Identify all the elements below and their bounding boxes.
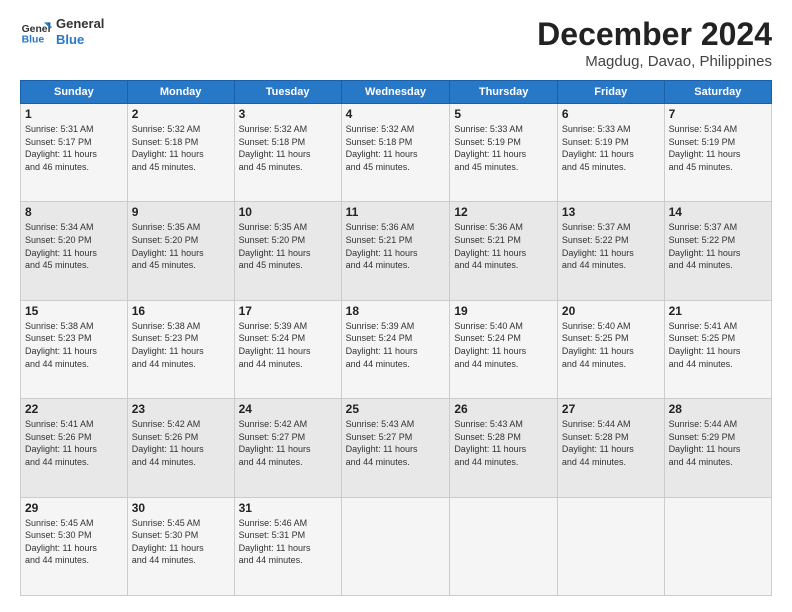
week-row-1: 1 Sunrise: 5:31 AMSunset: 5:17 PMDayligh…	[21, 104, 772, 202]
logo: General Blue General Blue	[20, 16, 104, 48]
logo-line1: General	[56, 16, 104, 32]
empty-cell-2	[450, 497, 558, 595]
day-30: 30 Sunrise: 5:45 AMSunset: 5:30 PMDaylig…	[127, 497, 234, 595]
day-3: 3 Sunrise: 5:32 AMSunset: 5:18 PMDayligh…	[234, 104, 341, 202]
header-wednesday: Wednesday	[341, 81, 450, 104]
day-19: 19 Sunrise: 5:40 AMSunset: 5:24 PMDaylig…	[450, 300, 558, 398]
header: General Blue General Blue December 2024 …	[20, 16, 772, 70]
week-row-3: 15 Sunrise: 5:38 AMSunset: 5:23 PMDaylig…	[21, 300, 772, 398]
day-25: 25 Sunrise: 5:43 AMSunset: 5:27 PMDaylig…	[341, 399, 450, 497]
day-28: 28 Sunrise: 5:44 AMSunset: 5:29 PMDaylig…	[664, 399, 771, 497]
location-title: Magdug, Davao, Philippines	[537, 53, 772, 70]
day-18: 18 Sunrise: 5:39 AMSunset: 5:24 PMDaylig…	[341, 300, 450, 398]
day-22: 22 Sunrise: 5:41 AMSunset: 5:26 PMDaylig…	[21, 399, 128, 497]
day-26: 26 Sunrise: 5:43 AMSunset: 5:28 PMDaylig…	[450, 399, 558, 497]
day-11: 11 Sunrise: 5:36 AMSunset: 5:21 PMDaylig…	[341, 202, 450, 300]
week-row-2: 8 Sunrise: 5:34 AMSunset: 5:20 PMDayligh…	[21, 202, 772, 300]
day-13: 13 Sunrise: 5:37 AMSunset: 5:22 PMDaylig…	[557, 202, 664, 300]
day-8: 8 Sunrise: 5:34 AMSunset: 5:20 PMDayligh…	[21, 202, 128, 300]
day-12: 12 Sunrise: 5:36 AMSunset: 5:21 PMDaylig…	[450, 202, 558, 300]
generalblue-logo-icon: General Blue	[20, 16, 52, 48]
day-31: 31 Sunrise: 5:46 AMSunset: 5:31 PMDaylig…	[234, 497, 341, 595]
empty-cell-1	[341, 497, 450, 595]
header-friday: Friday	[557, 81, 664, 104]
header-saturday: Saturday	[664, 81, 771, 104]
week-row-5: 29 Sunrise: 5:45 AMSunset: 5:30 PMDaylig…	[21, 497, 772, 595]
day-23: 23 Sunrise: 5:42 AMSunset: 5:26 PMDaylig…	[127, 399, 234, 497]
day-27: 27 Sunrise: 5:44 AMSunset: 5:28 PMDaylig…	[557, 399, 664, 497]
header-sunday: Sunday	[21, 81, 128, 104]
empty-cell-3	[557, 497, 664, 595]
day-24: 24 Sunrise: 5:42 AMSunset: 5:27 PMDaylig…	[234, 399, 341, 497]
day-29: 29 Sunrise: 5:45 AMSunset: 5:30 PMDaylig…	[21, 497, 128, 595]
day-15: 15 Sunrise: 5:38 AMSunset: 5:23 PMDaylig…	[21, 300, 128, 398]
day-14: 14 Sunrise: 5:37 AMSunset: 5:22 PMDaylig…	[664, 202, 771, 300]
day-21: 21 Sunrise: 5:41 AMSunset: 5:25 PMDaylig…	[664, 300, 771, 398]
month-title: December 2024	[537, 16, 772, 53]
calendar-table: Sunday Monday Tuesday Wednesday Thursday…	[20, 80, 772, 596]
title-block: December 2024 Magdug, Davao, Philippines	[537, 16, 772, 70]
empty-cell-4	[664, 497, 771, 595]
day-6: 6 Sunrise: 5:33 AMSunset: 5:19 PMDayligh…	[557, 104, 664, 202]
day-17: 17 Sunrise: 5:39 AMSunset: 5:24 PMDaylig…	[234, 300, 341, 398]
logo-line2: Blue	[56, 32, 104, 48]
weekday-header-row: Sunday Monday Tuesday Wednesday Thursday…	[21, 81, 772, 104]
day-10: 10 Sunrise: 5:35 AMSunset: 5:20 PMDaylig…	[234, 202, 341, 300]
day-7: 7 Sunrise: 5:34 AMSunset: 5:19 PMDayligh…	[664, 104, 771, 202]
day-1: 1 Sunrise: 5:31 AMSunset: 5:17 PMDayligh…	[21, 104, 128, 202]
day-4: 4 Sunrise: 5:32 AMSunset: 5:18 PMDayligh…	[341, 104, 450, 202]
day-5: 5 Sunrise: 5:33 AMSunset: 5:19 PMDayligh…	[450, 104, 558, 202]
page: General Blue General Blue December 2024 …	[0, 0, 792, 612]
svg-text:Blue: Blue	[22, 34, 45, 45]
day-20: 20 Sunrise: 5:40 AMSunset: 5:25 PMDaylig…	[557, 300, 664, 398]
logo-text: General Blue	[56, 16, 104, 47]
header-thursday: Thursday	[450, 81, 558, 104]
day-16: 16 Sunrise: 5:38 AMSunset: 5:23 PMDaylig…	[127, 300, 234, 398]
header-monday: Monday	[127, 81, 234, 104]
day-2: 2 Sunrise: 5:32 AMSunset: 5:18 PMDayligh…	[127, 104, 234, 202]
week-row-4: 22 Sunrise: 5:41 AMSunset: 5:26 PMDaylig…	[21, 399, 772, 497]
day-9: 9 Sunrise: 5:35 AMSunset: 5:20 PMDayligh…	[127, 202, 234, 300]
header-tuesday: Tuesday	[234, 81, 341, 104]
